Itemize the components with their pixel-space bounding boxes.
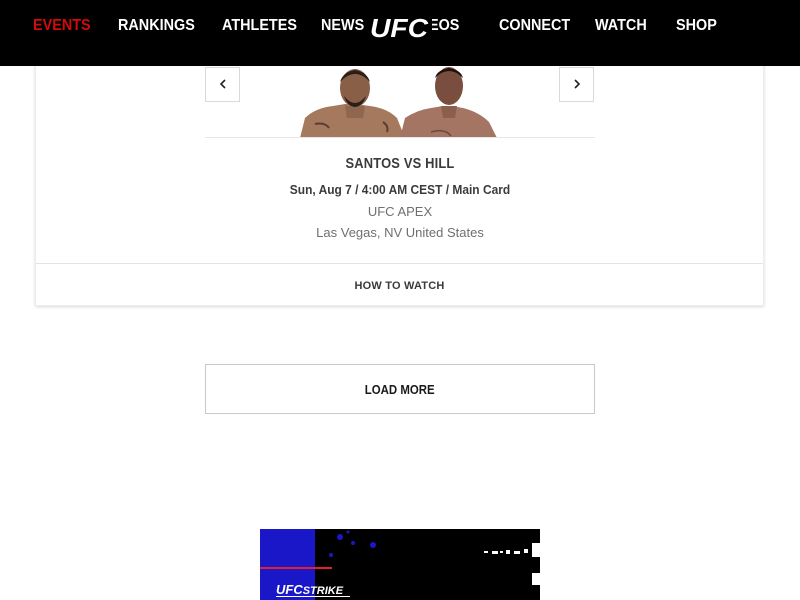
fighter-left (300, 69, 405, 138)
fighter-right (400, 67, 497, 138)
load-more-button[interactable]: LOAD MORE (205, 364, 595, 414)
event-datetime: Sun, Aug 7 / 4:00 AM CEST / Main Card (289, 182, 511, 197)
ad-red-line (260, 567, 332, 569)
svg-text:UFC: UFC (370, 14, 429, 42)
ufc-logo[interactable]: UFC (368, 13, 432, 43)
nav-watch[interactable]: WATCH (595, 17, 647, 35)
carousel-next-button[interactable] (559, 67, 594, 102)
event-title[interactable]: SANTOS VS HILL (56, 155, 744, 172)
ad-logo: UFCSTRIKE (276, 582, 344, 597)
ad-banner[interactable]: UFCSTRIKE (260, 529, 540, 600)
nav-shop[interactable]: SHOP (676, 17, 717, 35)
image-divider (205, 137, 595, 138)
fighters-image (205, 66, 595, 138)
nav-news[interactable]: NEWS (321, 17, 364, 35)
ad-logo-underline (276, 596, 350, 597)
nav-events[interactable]: EVENTS (33, 17, 91, 35)
nav-connect[interactable]: CONNECT (499, 17, 570, 35)
event-location: Las Vegas, NV United States (316, 225, 484, 240)
nav-athletes[interactable]: ATHLETES (222, 17, 297, 35)
chevron-right-icon (573, 76, 581, 94)
carousel-prev-button[interactable] (205, 67, 240, 102)
event-venue: UFC APEX (367, 204, 433, 219)
how-to-watch-link[interactable]: HOW TO WATCH (36, 264, 763, 307)
top-navbar: EVENTS RANKINGS ATHLETES NEWS VIDEOS CON… (0, 0, 800, 66)
load-more-label: LOAD MORE (365, 381, 435, 397)
chevron-left-icon (219, 76, 227, 94)
nav-rankings[interactable]: RANKINGS (118, 17, 195, 35)
